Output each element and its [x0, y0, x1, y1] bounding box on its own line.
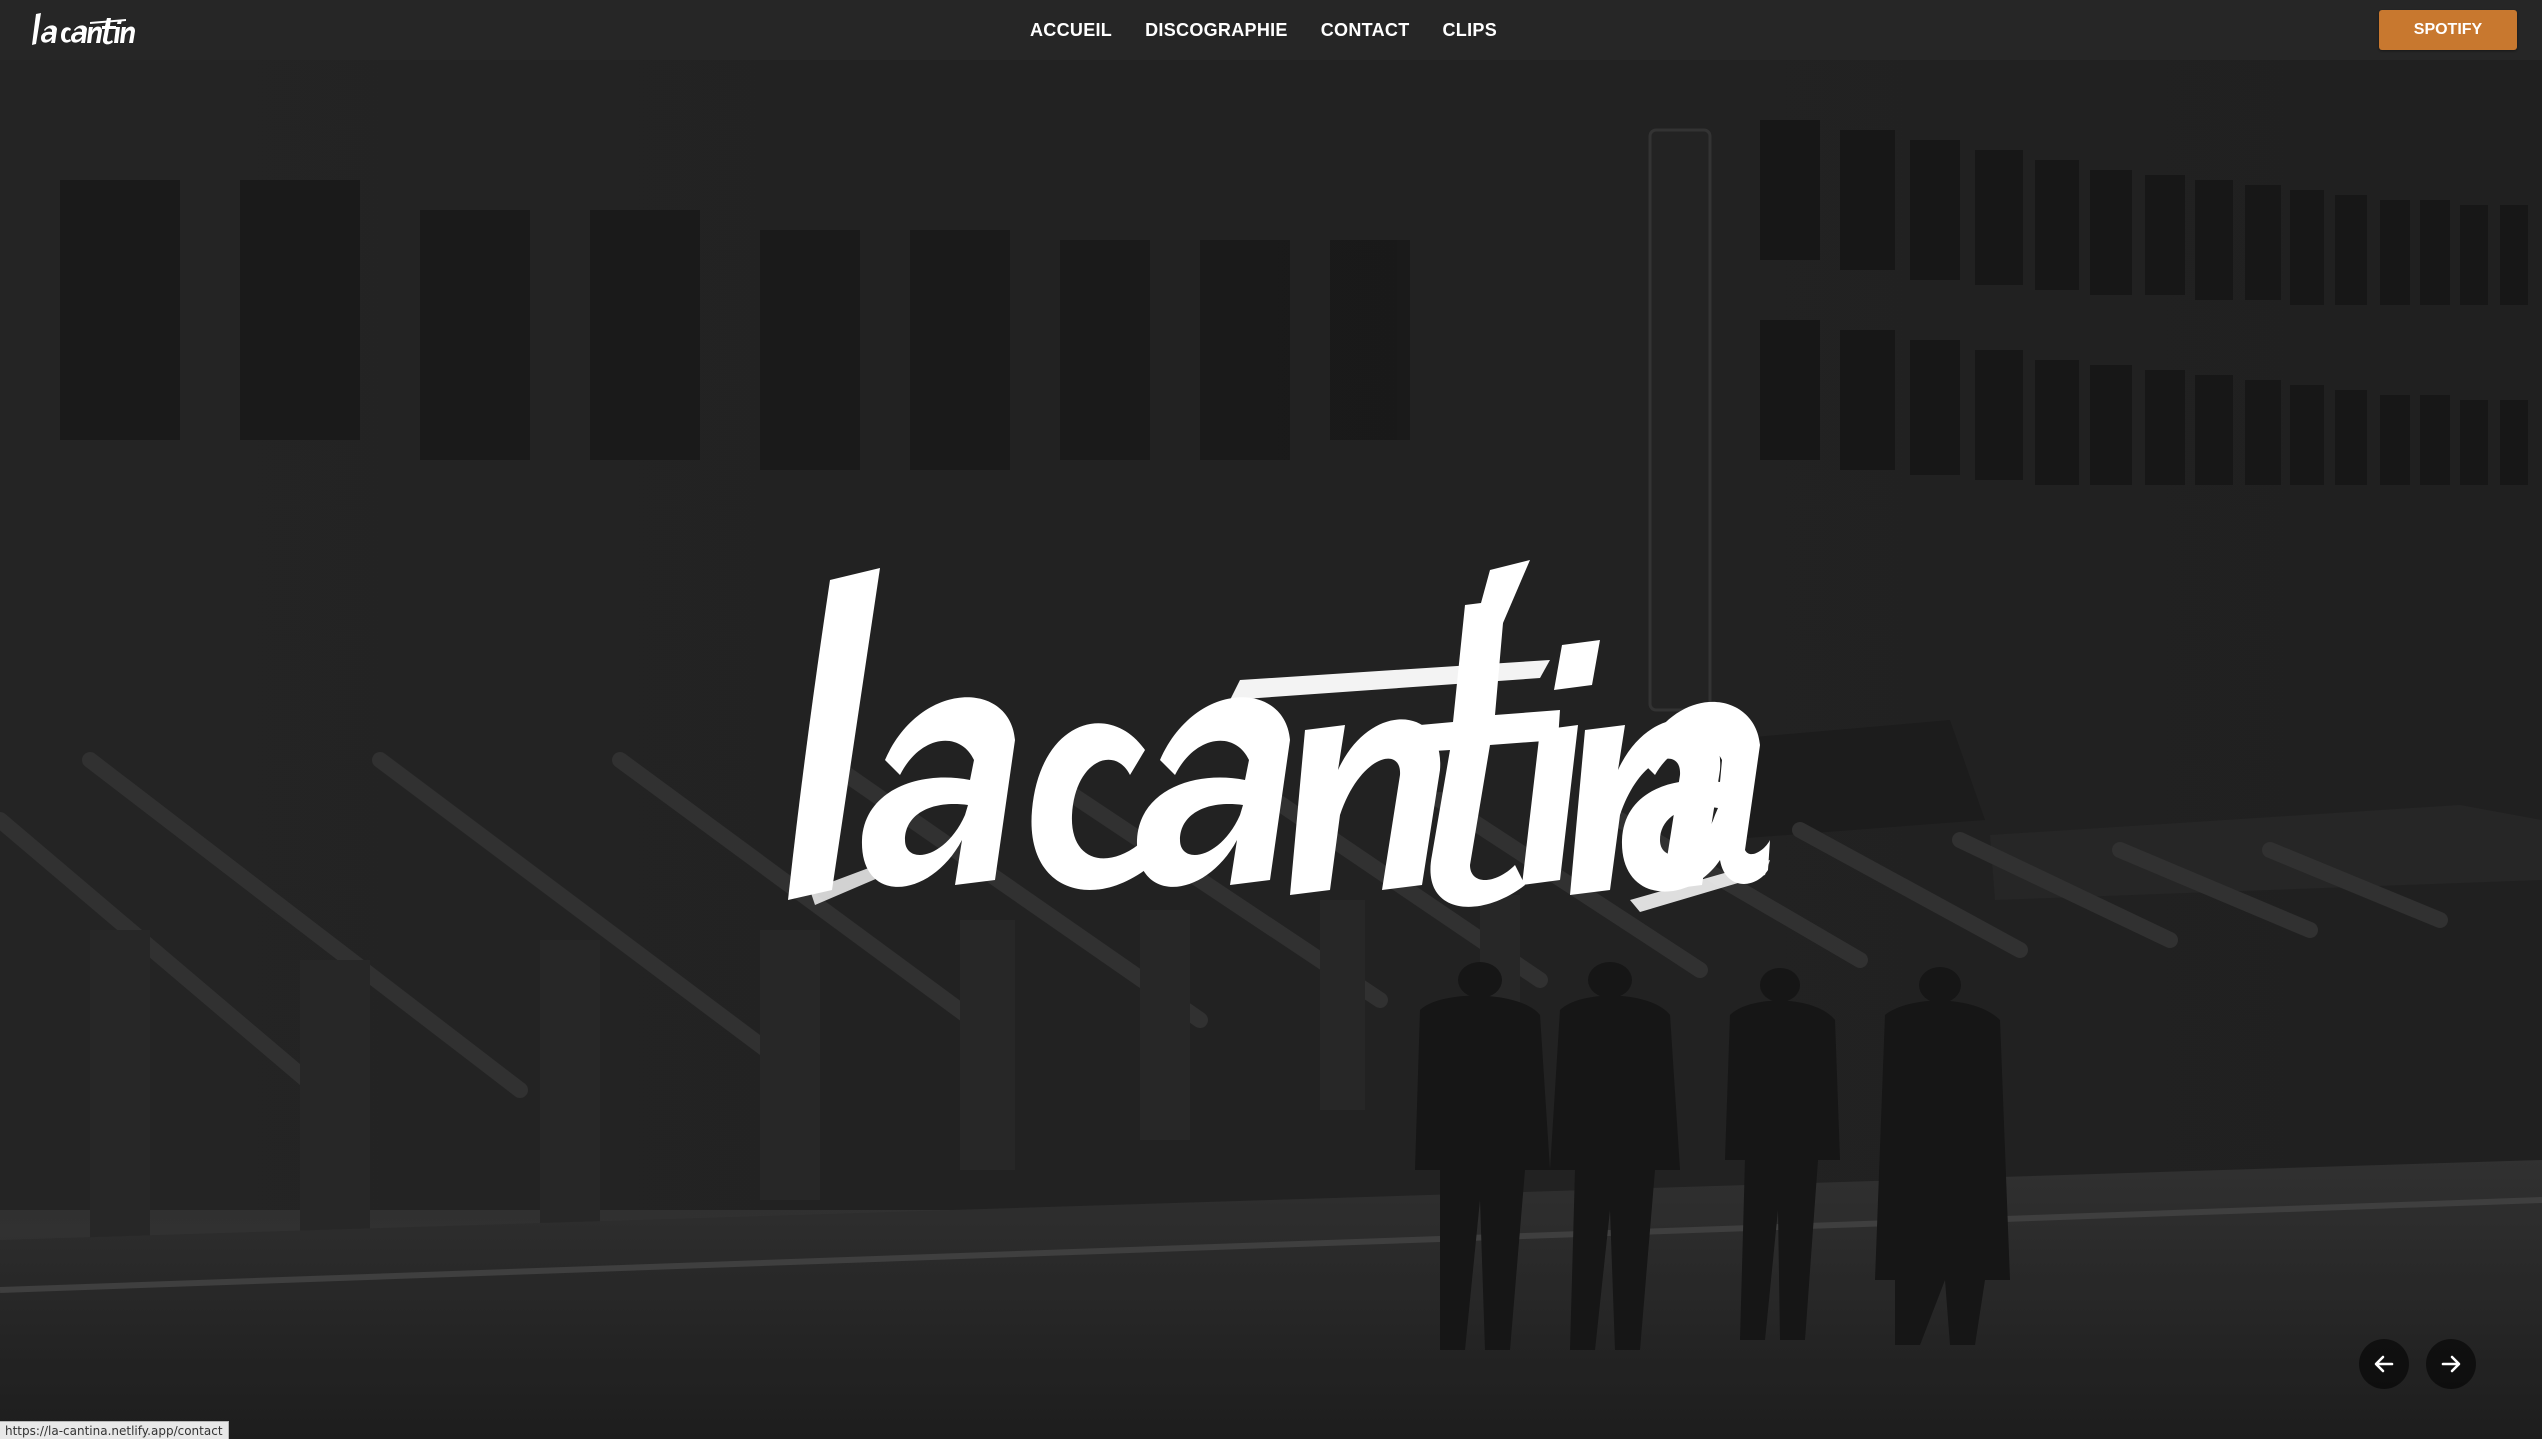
hero-title-logo: [788, 560, 1770, 912]
arrow-right-icon: [2441, 1355, 2461, 1373]
nav-item-accueil[interactable]: ACCUEIL: [1030, 20, 1112, 41]
nav-item-contact[interactable]: CONTACT: [1321, 20, 1410, 41]
nav-item-clips[interactable]: CLIPS: [1443, 20, 1498, 41]
spotify-button[interactable]: SPOTIFY: [2379, 10, 2517, 50]
page: ACCUEIL DISCOGRAPHIE CONTACT CLIPS SPOTI…: [0, 0, 2542, 1439]
brand-logo-link[interactable]: [30, 10, 140, 52]
slider-prev-button[interactable]: [2359, 1339, 2409, 1389]
top-navbar: ACCUEIL DISCOGRAPHIE CONTACT CLIPS SPOTI…: [0, 0, 2542, 60]
nav-item-discographie[interactable]: DISCOGRAPHIE: [1145, 20, 1288, 41]
slider-next-button[interactable]: [2426, 1339, 2476, 1389]
arrow-left-icon: [2374, 1355, 2394, 1373]
hero-section: [0, 60, 2542, 1439]
main-nav: ACCUEIL DISCOGRAPHIE CONTACT CLIPS: [1030, 0, 1497, 60]
brand-logo-icon: [32, 13, 135, 45]
status-bar-url: https://la-cantina.netlify.app/contact: [0, 1421, 229, 1439]
